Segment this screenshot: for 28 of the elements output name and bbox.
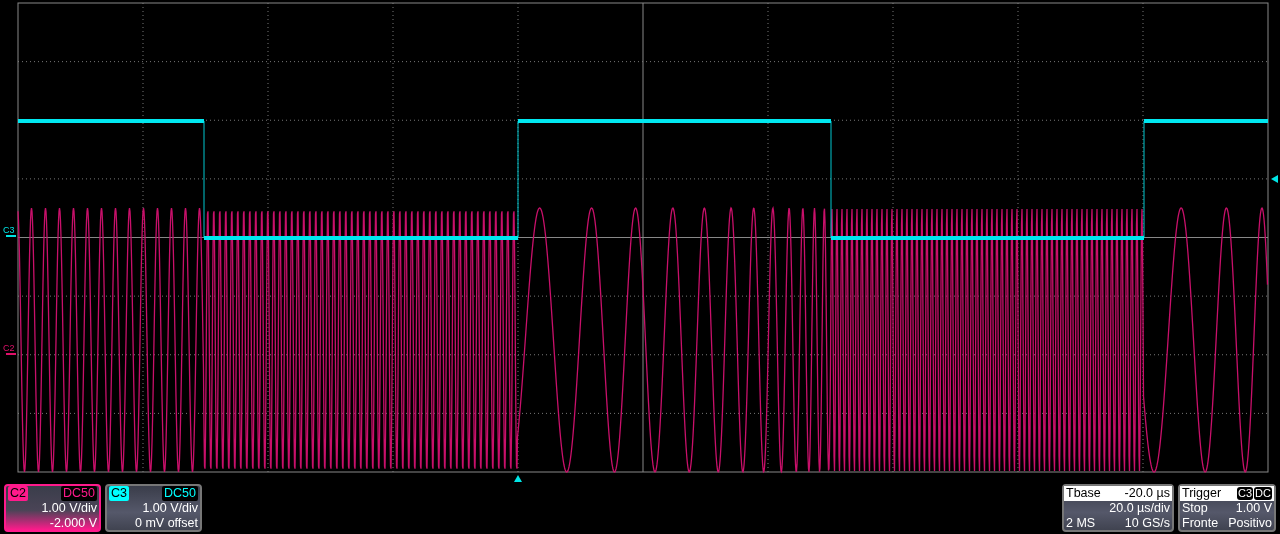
trigger-level-icon — [1271, 175, 1278, 183]
volts-per-div: 1.00 V/div — [142, 501, 198, 516]
sample-rate: 10 GS/s — [1124, 516, 1170, 531]
channel-badge: C3 — [109, 486, 129, 501]
memory-depth: 2 MS — [1066, 516, 1096, 531]
coupling-label: DC50 — [61, 486, 97, 501]
trigger-level: 1.00 V — [1235, 501, 1272, 516]
channel-card[interactable]: C3 DC50 1.00 V/div 0 mV offset — [105, 484, 202, 532]
channel-marker-label: C2 — [3, 343, 15, 353]
trigger-polarity: Positivo — [1228, 516, 1272, 531]
trigger-mode: Stop — [1182, 501, 1208, 516]
channel-card[interactable]: C2 DC50 1.00 V/div -2.000 V — [4, 484, 101, 532]
trigger-label: Trigger — [1182, 486, 1222, 501]
time-per-div: 20.0 µs/div — [1109, 501, 1170, 516]
trigger-source: C3 — [1237, 487, 1254, 500]
trigger-coupling: DC — [1254, 487, 1272, 500]
offset-value: -2.000 V — [49, 516, 97, 531]
channel-badge: C2 — [8, 486, 28, 501]
coupling-label: DC50 — [162, 486, 198, 501]
timebase-label: Tbase — [1066, 486, 1101, 501]
volts-per-div: 1.00 V/div — [41, 501, 97, 516]
trigger-card[interactable]: Trigger C3 DC Stop 1.00 V Fronte Positivo — [1178, 484, 1276, 532]
delay-value: -20.0 µs — [1124, 486, 1170, 501]
trigger-position-icon — [514, 475, 522, 482]
channel-marker-label: C3 — [3, 225, 15, 235]
trigger-slope: Fronte — [1182, 516, 1219, 531]
timebase-card[interactable]: Tbase -20.0 µs 20.0 µs/div 2 MS 10 GS/s — [1062, 484, 1174, 532]
offset-value: 0 mV offset — [135, 516, 198, 531]
